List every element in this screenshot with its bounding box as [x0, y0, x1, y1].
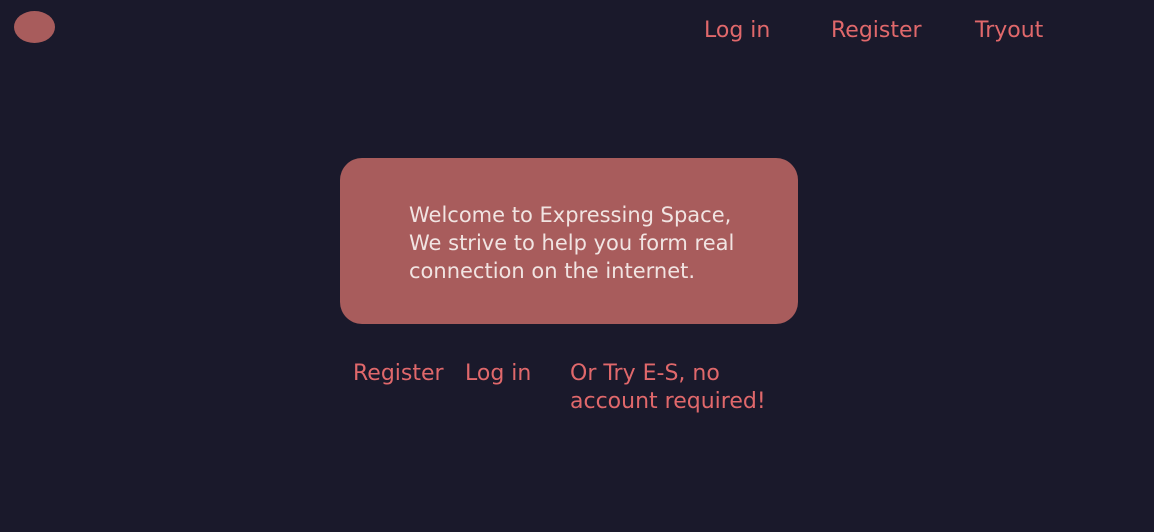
nav-register-link[interactable]: Register	[831, 16, 922, 46]
nav-tryout-link[interactable]: Tryout	[975, 16, 1043, 46]
nav-login-link[interactable]: Log in	[704, 16, 770, 46]
welcome-card: Welcome to Expressing Space, We strive t…	[340, 158, 798, 324]
try-without-account-link[interactable]: Or Try E-S, no account required!	[570, 360, 770, 416]
welcome-message: Welcome to Expressing Space, We strive t…	[409, 203, 735, 283]
register-link[interactable]: Register	[353, 360, 444, 388]
logo-icon[interactable]	[14, 11, 55, 43]
login-link[interactable]: Log in	[465, 360, 531, 388]
landing-page: Log in Register Tryout Welcome to Expres…	[0, 0, 1154, 532]
